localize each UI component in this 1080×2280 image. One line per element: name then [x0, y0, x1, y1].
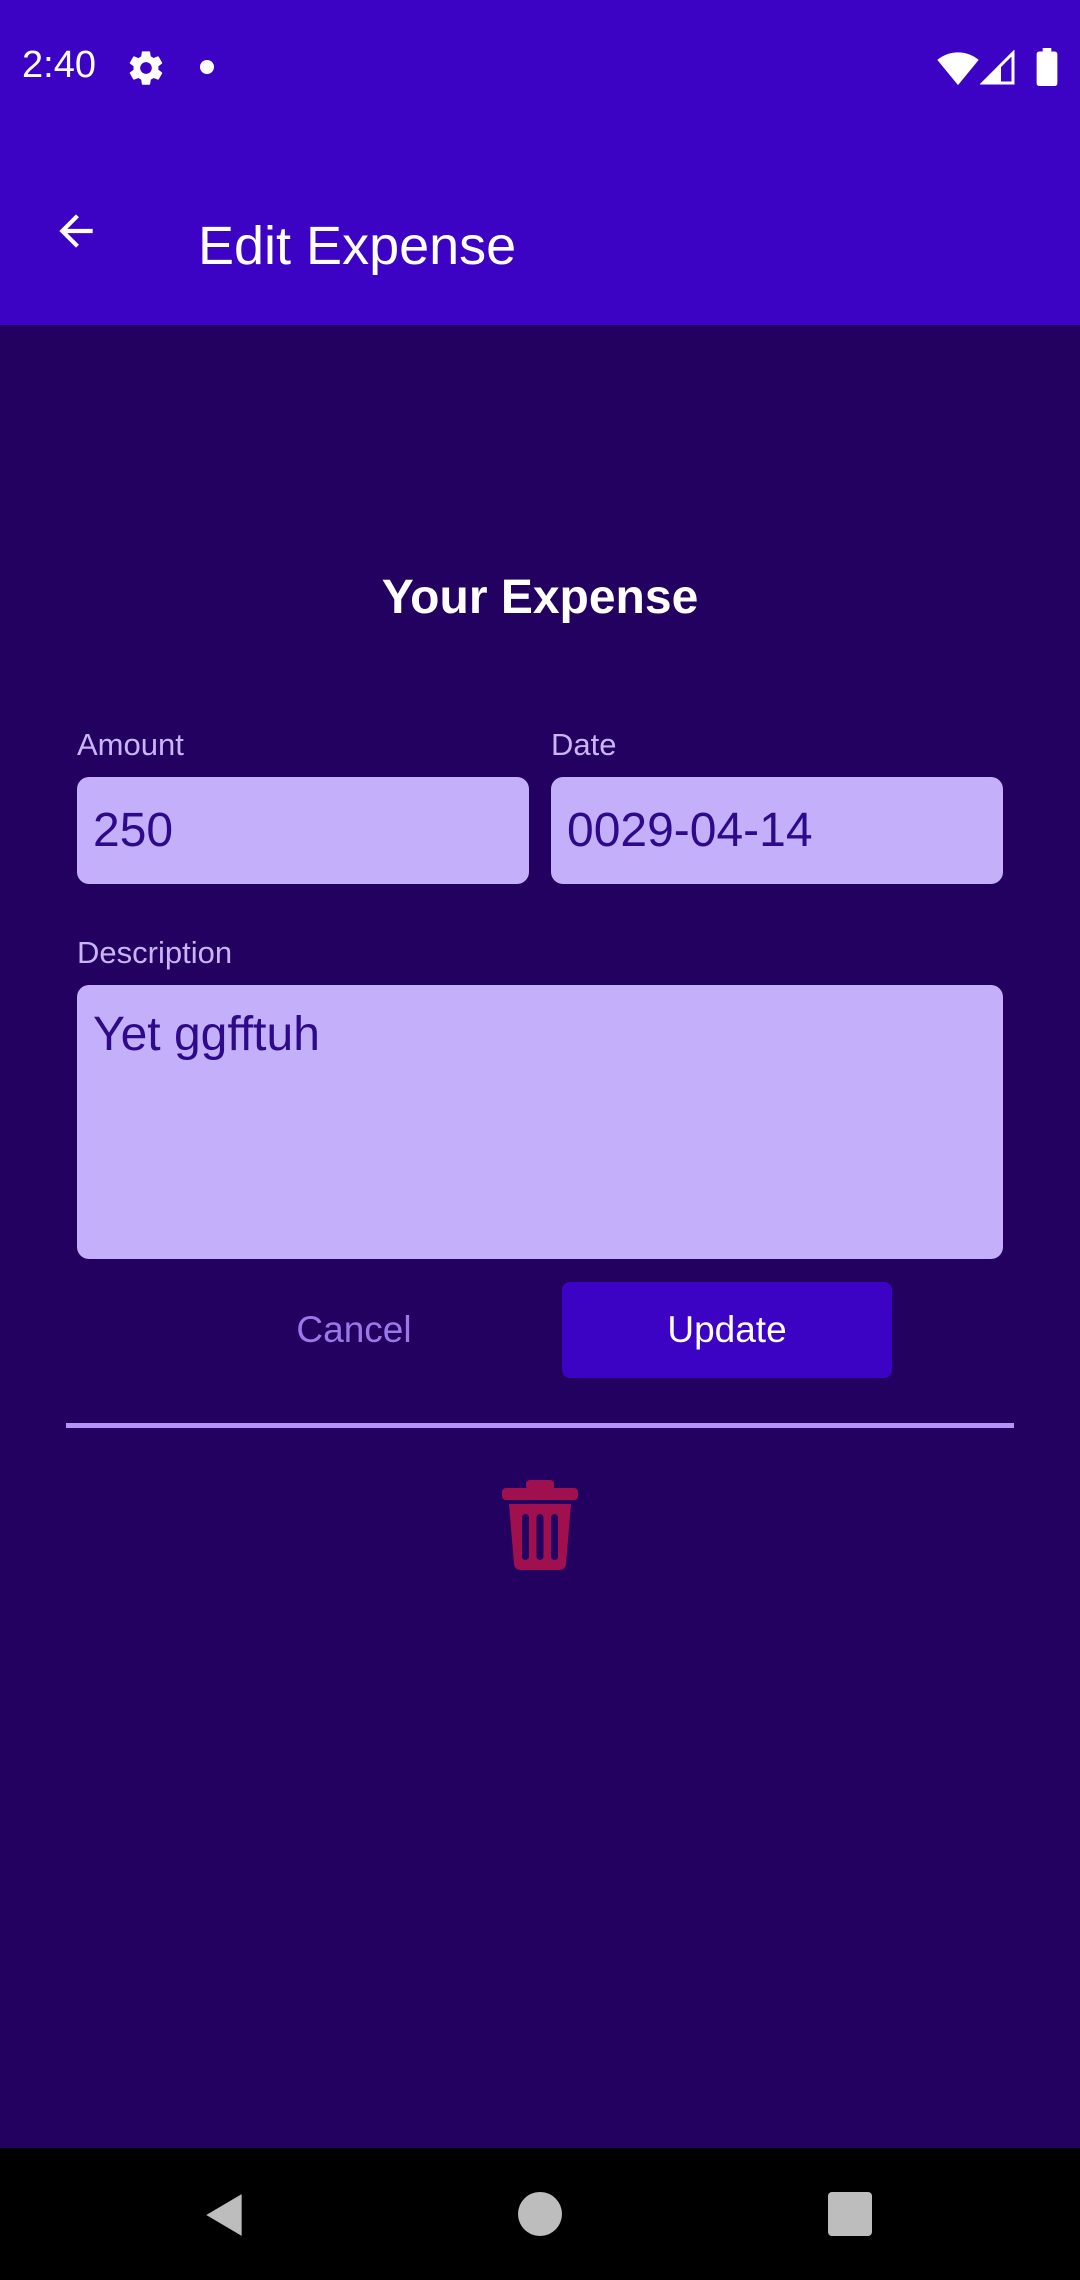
- amount-field[interactable]: 250: [77, 777, 529, 884]
- cancel-button[interactable]: Cancel: [240, 1282, 468, 1378]
- notification-dot-icon: [200, 60, 214, 74]
- gear-icon: [129, 51, 163, 85]
- system-nav-bar: [0, 2148, 1080, 2280]
- date-label: Date: [551, 727, 617, 762]
- wifi-icon: [937, 52, 979, 86]
- arrow-left-icon: [59, 214, 93, 248]
- back-button[interactable]: [40, 195, 112, 267]
- trash-icon: [502, 1480, 578, 1570]
- battery-icon: [1036, 48, 1058, 86]
- amount-label: Amount: [77, 727, 184, 762]
- home-circle-icon[interactable]: [518, 2192, 562, 2236]
- status-bar: 2:40: [0, 0, 1080, 135]
- back-triangle-icon[interactable]: [200, 2190, 250, 2240]
- divider: [66, 1423, 1014, 1428]
- amount-value: 250: [93, 804, 174, 857]
- signal-icon: [980, 50, 1015, 85]
- update-button[interactable]: Update: [562, 1282, 892, 1378]
- description-value: Yet ggfftuh: [93, 1008, 320, 1061]
- status-time: 2:40: [22, 44, 96, 86]
- page-title: Edit Expense: [198, 216, 517, 276]
- date-field[interactable]: 0029-04-14: [551, 777, 1003, 884]
- delete-button[interactable]: [496, 1476, 584, 1574]
- form-heading: Your Expense: [381, 571, 699, 624]
- description-field[interactable]: Yet ggfftuh: [77, 985, 1003, 1259]
- recents-square-icon[interactable]: [828, 2192, 872, 2236]
- description-label: Description: [77, 935, 233, 970]
- date-value: 0029-04-14: [567, 804, 813, 857]
- app-bar: Edit Expense: [0, 135, 1080, 325]
